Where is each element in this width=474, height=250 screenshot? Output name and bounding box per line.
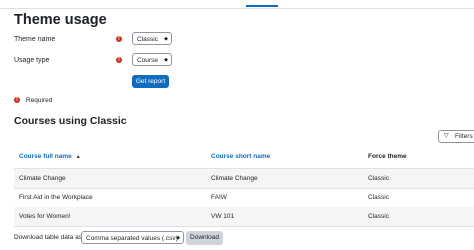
- table-header: Course full name ▲ Course short name Forc…: [14, 147, 474, 170]
- cell-force-theme: Classic: [368, 175, 389, 182]
- cell-force-theme: Classic: [368, 194, 389, 201]
- column-header-course-full-name-label[interactable]: Course full name: [19, 153, 72, 160]
- cell-course-full-name: First Aid in the Workplace: [19, 194, 93, 201]
- filters-button[interactable]: ▽ Filters: [438, 130, 474, 143]
- cell-force-theme: Classic: [368, 213, 389, 220]
- required-icon: !: [14, 97, 20, 103]
- download-format-value: Comma separated values (.csv): [86, 235, 178, 242]
- column-header-course-short-name[interactable]: Course short name: [211, 153, 270, 160]
- theme-name-select[interactable]: Classic ◆: [132, 32, 172, 45]
- get-report-button[interactable]: Get report: [132, 75, 169, 88]
- required-icon: !: [116, 36, 122, 42]
- table-row: First Aid in the Workplace FAIW Classic: [14, 188, 474, 208]
- cell-course-full-name: Votes for Women!: [19, 213, 71, 220]
- download-format-select[interactable]: Comma separated values (.csv) ◆: [81, 231, 184, 244]
- usage-type-value: Course: [137, 57, 158, 64]
- cell-course-full-name: Climate Change: [19, 175, 66, 182]
- cell-course-short-name: VW 101: [211, 213, 235, 220]
- theme-name-value: Classic: [137, 36, 158, 43]
- chevron-down-icon: ◆: [164, 36, 168, 42]
- section-title: Courses using Classic: [14, 115, 127, 127]
- top-navigation-strip: [0, 0, 474, 9]
- required-note: Required: [26, 97, 53, 104]
- filters-label: Filters: [455, 133, 473, 140]
- download-button[interactable]: Download: [186, 231, 223, 245]
- chevron-down-icon: ◆: [176, 235, 180, 241]
- theme-name-label: Theme name: [14, 36, 56, 43]
- filter-icon: ▽: [444, 133, 449, 139]
- usage-type-label: Usage type: [14, 57, 50, 64]
- cell-course-short-name: Climate Change: [211, 175, 258, 182]
- cell-course-short-name: FAIW: [211, 194, 227, 201]
- usage-type-select[interactable]: Course ◆: [132, 53, 172, 66]
- active-tab-indicator: [246, 5, 278, 7]
- page-title: Theme usage: [14, 12, 107, 28]
- chevron-down-icon: ◆: [164, 57, 168, 63]
- sort-ascending-icon: ▲: [75, 154, 81, 160]
- column-header-course-full-name[interactable]: Course full name ▲: [19, 153, 81, 160]
- download-label: Download table data as: [14, 234, 82, 241]
- table-row: Votes for Women! VW 101 Classic: [14, 207, 474, 227]
- column-header-force-theme: Force theme: [368, 153, 407, 160]
- table-row: Climate Change Climate Change Classic: [14, 169, 474, 189]
- required-icon: !: [116, 57, 122, 63]
